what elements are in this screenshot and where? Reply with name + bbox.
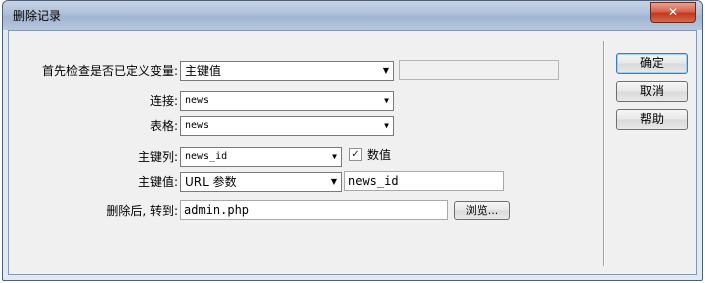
connection-value: news [185,95,210,106]
dialog-title: 删除记录 [13,9,62,23]
check-icon: ✓ [351,149,360,160]
table-value: news [185,120,210,131]
help-button[interactable]: 帮助 [616,109,688,130]
chevron-down-icon: ▼ [384,96,389,105]
primary-key-value-field[interactable]: news_id [344,171,504,191]
redirect-label: 删除后, 转到: [106,204,178,218]
close-button[interactable]: ✕ [650,2,696,23]
numeric-checkbox[interactable]: ✓ [349,148,362,161]
primary-key-value-label: 主键值: [137,175,178,189]
title-bar[interactable]: 删除记录 ✕ [3,1,702,30]
delete-record-dialog: 删除记录 ✕ 首先检查是否已定义变量: 主键值 ▼ 连接: news ▼ 表格:… [2,0,703,281]
primary-key-column-select[interactable]: news_id ▼ [180,147,342,167]
connection-select[interactable]: news ▼ [180,91,394,111]
check-variable-value: 主键值 [185,64,222,78]
vertical-divider [603,41,605,266]
cancel-button[interactable]: 取消 [616,81,688,102]
table-label: 表格: [149,119,178,133]
chevron-down-icon: ▼ [332,152,337,161]
check-variable-select[interactable]: 主键值 ▼ [180,61,394,81]
numeric-checkbox-label: 数值 [367,148,392,162]
chevron-down-icon: ▼ [384,121,389,130]
ok-button[interactable]: 确定 [616,53,688,74]
connection-label: 连接: [149,94,178,108]
check-variable-field[interactable] [399,60,559,80]
browse-button[interactable]: 浏览... [454,201,510,220]
primary-key-value-source: URL 参数 [185,175,237,189]
dialog-body: 首先检查是否已定义变量: 主键值 ▼ 连接: news ▼ 表格: news ▼… [8,30,697,275]
chevron-down-icon: ▼ [330,177,337,186]
primary-key-column-label: 主键列: [137,150,178,164]
table-select[interactable]: news ▼ [180,116,394,136]
close-icon: ✕ [667,5,679,19]
primary-key-value-select[interactable]: URL 参数 ▼ [180,172,342,192]
chevron-down-icon: ▼ [382,66,389,75]
redirect-url-field[interactable]: admin.php [180,200,448,220]
check-variable-label: 首先检查是否已定义变量: [41,64,178,78]
primary-key-column-value: news_id [185,151,228,162]
